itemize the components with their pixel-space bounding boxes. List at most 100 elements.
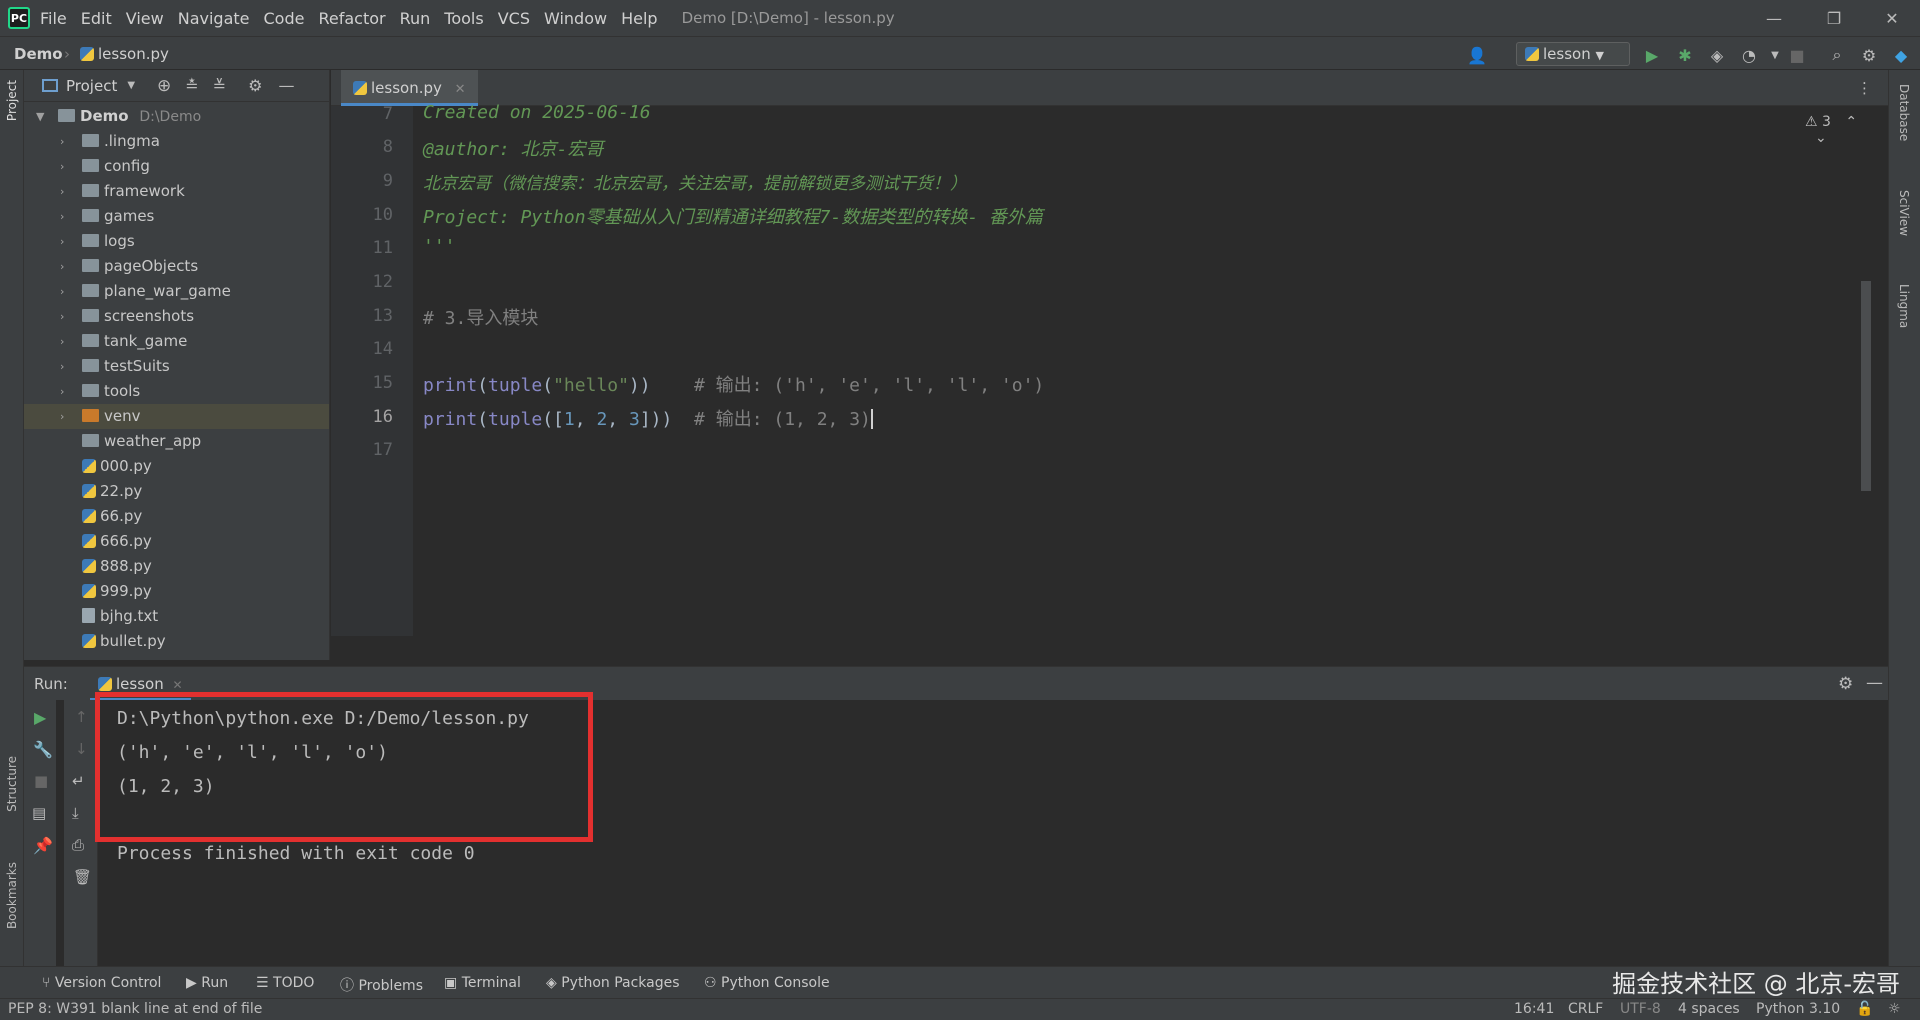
chevron-right-icon[interactable]: › bbox=[60, 154, 64, 179]
stop-icon[interactable]: ■ bbox=[1786, 44, 1808, 66]
tree-folder-tank-game[interactable]: › tank_game bbox=[24, 329, 329, 354]
tree-folder-testsuits[interactable]: › testSuits bbox=[24, 354, 329, 379]
arrow-down-icon[interactable]: ↓ bbox=[75, 740, 88, 758]
locate-icon[interactable]: ⊕ bbox=[157, 76, 171, 96]
tree-folder-venv[interactable]: › venv bbox=[24, 404, 329, 429]
close-tab-icon[interactable]: ✕ bbox=[455, 82, 466, 97]
search-icon[interactable]: ⌕ bbox=[1826, 44, 1848, 66]
tree-file-bullet[interactable]: bullet.py bbox=[24, 629, 329, 654]
more-tabs-icon[interactable]: ⋮ bbox=[1857, 79, 1872, 97]
more-run-chevron-icon[interactable]: ▼ bbox=[1764, 44, 1786, 66]
print-icon[interactable]: ⎙ bbox=[72, 836, 84, 854]
menu-edit[interactable]: Edit bbox=[81, 9, 112, 28]
run-icon[interactable]: ▶ bbox=[1641, 44, 1663, 66]
tree-file-999[interactable]: 999.py bbox=[24, 579, 329, 604]
tree-folder-lingma[interactable]: › .lingma bbox=[24, 129, 329, 154]
coverage-icon[interactable]: ◈ bbox=[1706, 44, 1728, 66]
tree-folder-games[interactable]: › games bbox=[24, 204, 329, 229]
notifications-icon[interactable]: ☼ bbox=[1888, 1001, 1901, 1017]
chevron-down-icon[interactable]: ▼ bbox=[36, 104, 44, 129]
menu-window[interactable]: Window bbox=[544, 9, 607, 28]
close-icon[interactable]: ✕ bbox=[1864, 0, 1920, 36]
tree-folder-config[interactable]: › config bbox=[24, 154, 329, 179]
menu-run[interactable]: Run bbox=[400, 9, 431, 28]
inspection-widget[interactable]: ⚠ 3 ⌃ ⌄ bbox=[1805, 114, 1883, 146]
menu-navigate[interactable]: Navigate bbox=[178, 9, 250, 28]
python-interpreter[interactable]: Python 3.10 bbox=[1756, 1001, 1840, 1017]
tool-problems[interactable]: ⓘ Problems bbox=[340, 975, 423, 995]
tab-lesson-py[interactable]: lesson.py ✕ bbox=[341, 70, 478, 106]
breadcrumb-file[interactable]: lesson.py bbox=[80, 45, 169, 63]
profile-icon[interactable]: ◔ bbox=[1738, 44, 1760, 66]
arrow-up-icon[interactable]: ↑ bbox=[75, 708, 88, 726]
tree-folder-logs[interactable]: › logs bbox=[24, 229, 329, 254]
chevron-right-icon[interactable]: › bbox=[60, 254, 64, 279]
chevron-right-icon[interactable]: › bbox=[60, 179, 64, 204]
sciview-tool-tab[interactable]: SciView bbox=[1897, 190, 1911, 236]
chevron-down-icon[interactable]: ▼ bbox=[127, 80, 135, 91]
tree-folder-plane-war-game[interactable]: › plane_war_game bbox=[24, 279, 329, 304]
soft-wrap-icon[interactable]: ↵ bbox=[72, 772, 85, 790]
tree-file-666[interactable]: 666.py bbox=[24, 529, 329, 554]
menu-vcs[interactable]: VCS bbox=[498, 9, 530, 28]
file-encoding[interactable]: UTF-8 bbox=[1620, 1001, 1661, 1017]
user-icon[interactable]: 👤 bbox=[1462, 44, 1492, 66]
line-separator[interactable]: CRLF bbox=[1568, 1001, 1603, 1017]
hide-panel-icon[interactable]: — bbox=[278, 76, 294, 95]
tree-folder-weather-app[interactable]: weather_app bbox=[24, 429, 329, 454]
code-editor[interactable]: Created on 2025-06-16 @author: 北京-宏哥 北京宏… bbox=[413, 102, 1883, 636]
tree-file-22[interactable]: 22.py bbox=[24, 479, 329, 504]
menu-code[interactable]: Code bbox=[264, 9, 305, 28]
chevron-right-icon[interactable]: › bbox=[60, 279, 64, 304]
chevron-right-icon[interactable]: › bbox=[60, 404, 64, 429]
menu-file[interactable]: File bbox=[40, 9, 67, 28]
rerun-icon[interactable]: ▶ bbox=[34, 708, 46, 727]
gear-icon[interactable]: ⚙ bbox=[248, 76, 262, 95]
tool-terminal[interactable]: ▣ Terminal bbox=[444, 975, 521, 991]
hide-panel-icon[interactable]: — bbox=[1866, 673, 1883, 693]
settings-gear-icon[interactable]: ⚙ bbox=[1858, 44, 1880, 66]
tree-root-demo[interactable]: ▼ Demo D:\Demo bbox=[24, 104, 329, 129]
breadcrumb-project[interactable]: Demo bbox=[14, 45, 63, 63]
tool-version-control[interactable]: ⑂ Version Control bbox=[42, 975, 161, 991]
chevron-right-icon[interactable]: › bbox=[60, 379, 64, 404]
restore-icon[interactable]: ❐ bbox=[1806, 0, 1862, 36]
chevron-right-icon[interactable]: › bbox=[60, 354, 64, 379]
trash-icon[interactable]: 🗑 bbox=[73, 868, 92, 886]
caret-position[interactable]: 16:41 bbox=[1514, 1001, 1554, 1017]
menu-refactor[interactable]: Refactor bbox=[318, 9, 385, 28]
lingma-tool-tab[interactable]: Lingma bbox=[1897, 284, 1911, 328]
tree-file-888[interactable]: 888.py bbox=[24, 554, 329, 579]
tree-folder-tools[interactable]: › tools bbox=[24, 379, 329, 404]
tool-python-packages[interactable]: ◈ Python Packages bbox=[546, 975, 680, 991]
pin-icon[interactable]: 📌 bbox=[33, 836, 53, 855]
chevron-right-icon[interactable]: › bbox=[60, 204, 64, 229]
tool-python-console[interactable]: ⚇ Python Console bbox=[704, 975, 830, 991]
tree-folder-pageobjects[interactable]: › pageObjects bbox=[24, 254, 329, 279]
menu-view[interactable]: View bbox=[126, 9, 164, 28]
structure-tool-tab[interactable]: Structure bbox=[5, 756, 19, 812]
plugin-icon[interactable]: ◆ bbox=[1890, 44, 1912, 66]
chevron-right-icon[interactable]: › bbox=[60, 329, 64, 354]
project-panel-title[interactable]: Project bbox=[66, 77, 117, 95]
tool-todo[interactable]: ☰ TODO bbox=[256, 975, 314, 991]
status-message[interactable]: PEP 8: W391 blank line at end of file bbox=[8, 1001, 262, 1017]
chevron-right-icon[interactable]: › bbox=[60, 304, 64, 329]
run-config-dropdown[interactable]: lesson ▼ bbox=[1516, 42, 1630, 66]
indent-setting[interactable]: 4 spaces bbox=[1678, 1001, 1740, 1017]
lock-icon[interactable]: 🔓 bbox=[1856, 1001, 1873, 1017]
debug-icon[interactable]: ✱ bbox=[1674, 44, 1696, 66]
chevron-right-icon[interactable]: › bbox=[60, 129, 64, 154]
database-tool-tab[interactable]: Database bbox=[1897, 84, 1911, 141]
chevron-up-icon[interactable]: ⌃ bbox=[1845, 114, 1857, 130]
menu-tools[interactable]: Tools bbox=[444, 9, 483, 28]
project-tool-tab[interactable]: Project bbox=[5, 80, 19, 121]
wrench-icon[interactable]: 🔧 bbox=[33, 740, 53, 759]
minimize-icon[interactable]: — bbox=[1746, 0, 1802, 36]
editor-scrollbar[interactable] bbox=[1861, 281, 1871, 491]
tool-run[interactable]: ▶ Run bbox=[186, 975, 228, 991]
tree-folder-framework[interactable]: › framework bbox=[24, 179, 329, 204]
menu-help[interactable]: Help bbox=[621, 9, 657, 28]
layout-icon[interactable]: ▤ bbox=[32, 804, 46, 822]
close-tab-icon[interactable]: ✕ bbox=[173, 678, 183, 692]
